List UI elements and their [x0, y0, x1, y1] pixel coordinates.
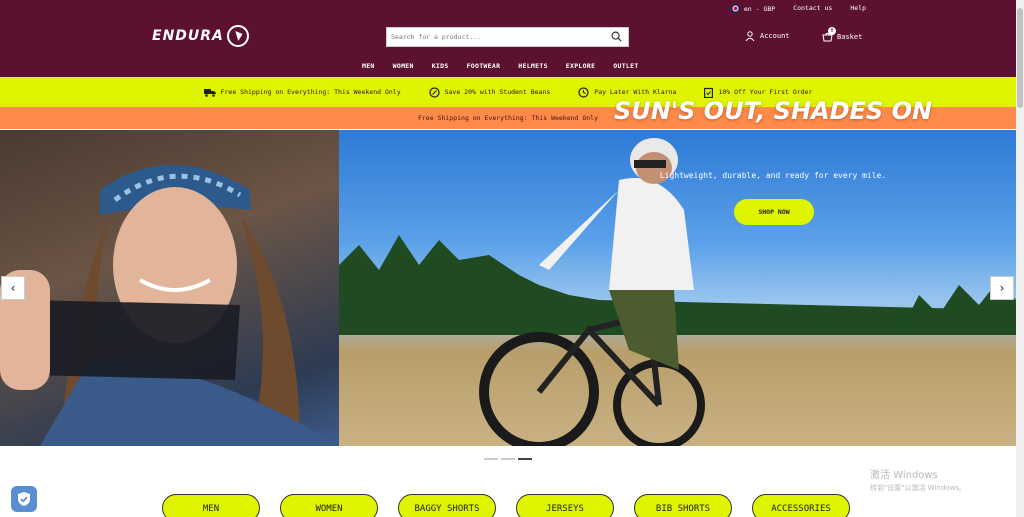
- category-pills: MEN WOMEN BAGGY SHORTS JERSEYS BIB SHORT…: [162, 494, 850, 517]
- category-pill-baggy-shorts[interactable]: BAGGY SHORTS: [398, 494, 496, 517]
- utility-links: en - GBP Contact us Help: [730, 4, 866, 13]
- nav-item-helmets[interactable]: HELMETS: [518, 62, 548, 70]
- category-pill-jerseys[interactable]: JERSEYS: [516, 494, 614, 517]
- category-pill-women[interactable]: WOMEN: [280, 494, 378, 517]
- nav-item-men[interactable]: MEN: [362, 62, 375, 70]
- discount-icon: [429, 86, 440, 98]
- category-pill-men[interactable]: MEN: [162, 494, 260, 517]
- basket-label: Basket: [837, 32, 863, 41]
- nav-item-outlet[interactable]: OUTLET: [613, 62, 638, 70]
- usp-text: Free Shipping on Everything: This Weeken…: [220, 88, 401, 96]
- logo-text: ENDURA: [152, 28, 224, 44]
- windows-activation-watermark: 激活 Windows 转到"设置"以激活 Windows。: [870, 466, 966, 493]
- usp-item-student[interactable]: Save 20% with Student Beans: [429, 86, 551, 98]
- contact-link[interactable]: Contact us: [793, 4, 832, 13]
- search-input[interactable]: [387, 28, 602, 46]
- locale-label: en - GBP: [743, 4, 776, 13]
- page-scrollbar[interactable]: [1016, 0, 1024, 517]
- nav-item-women[interactable]: WOMEN: [393, 62, 414, 70]
- endura-logo[interactable]: ENDURA: [152, 25, 249, 47]
- basket-link[interactable]: 0 Basket: [822, 27, 863, 42]
- hero-subtitle: Lightweight, durable, and ready for ever…: [659, 171, 887, 180]
- site-header: en - GBP Contact us Help ENDURA Account …: [0, 0, 1016, 77]
- hero-title: SUN'S OUT, SHADES ON: [613, 97, 933, 125]
- category-pill-accessories[interactable]: ACCESSORIES: [752, 494, 850, 517]
- carousel-next-button[interactable]: ›: [990, 276, 1014, 300]
- watermark-line-1: 激活 Windows: [870, 470, 938, 481]
- truck-icon: [203, 88, 216, 97]
- account-label: Account: [760, 32, 790, 40]
- account-link[interactable]: Account: [745, 31, 790, 41]
- usp-item-shipping[interactable]: Free Shipping on Everything: This Weeken…: [203, 88, 401, 97]
- user-icon: [745, 31, 755, 41]
- carousel-prev-button[interactable]: ‹: [1, 276, 25, 300]
- search-icon[interactable]: [611, 31, 622, 42]
- nav-item-kids[interactable]: KIDS: [432, 62, 449, 70]
- scrollbar-thumb[interactable]: [1017, 8, 1023, 108]
- cookie-settings-button[interactable]: [11, 486, 37, 512]
- watermark-line-2: 转到"设置"以激活 Windows。: [870, 484, 966, 492]
- logo-mark-icon: [226, 25, 249, 47]
- carousel-dots: [484, 458, 532, 460]
- carousel-dot[interactable]: [501, 458, 515, 460]
- help-link[interactable]: Help: [850, 4, 866, 13]
- category-pill-bib-shorts[interactable]: BIB SHORTS: [634, 494, 732, 517]
- woman-with-sunglasses-image: [0, 165, 339, 446]
- usp-text: Save 20% with Student Beans: [444, 88, 551, 96]
- main-nav: MEN WOMEN KIDS FOOTWEAR HELMETS EXPLORE …: [362, 62, 639, 70]
- search-box: [386, 27, 629, 47]
- carousel-dot[interactable]: [484, 458, 498, 460]
- shield-icon: [18, 492, 30, 506]
- carousel-dot-active[interactable]: [518, 458, 532, 460]
- locale-selector[interactable]: en - GBP: [730, 4, 776, 13]
- nav-item-explore[interactable]: EXPLORE: [566, 62, 596, 70]
- uk-flag-icon: [730, 4, 740, 13]
- clock-icon: [578, 86, 589, 98]
- basket-count-badge: 0: [828, 27, 836, 35]
- hero-image-woman-sunglasses: [0, 130, 339, 446]
- nav-item-footwear[interactable]: FOOTWEAR: [467, 62, 501, 70]
- shop-now-button[interactable]: SHOP NOW: [734, 199, 814, 225]
